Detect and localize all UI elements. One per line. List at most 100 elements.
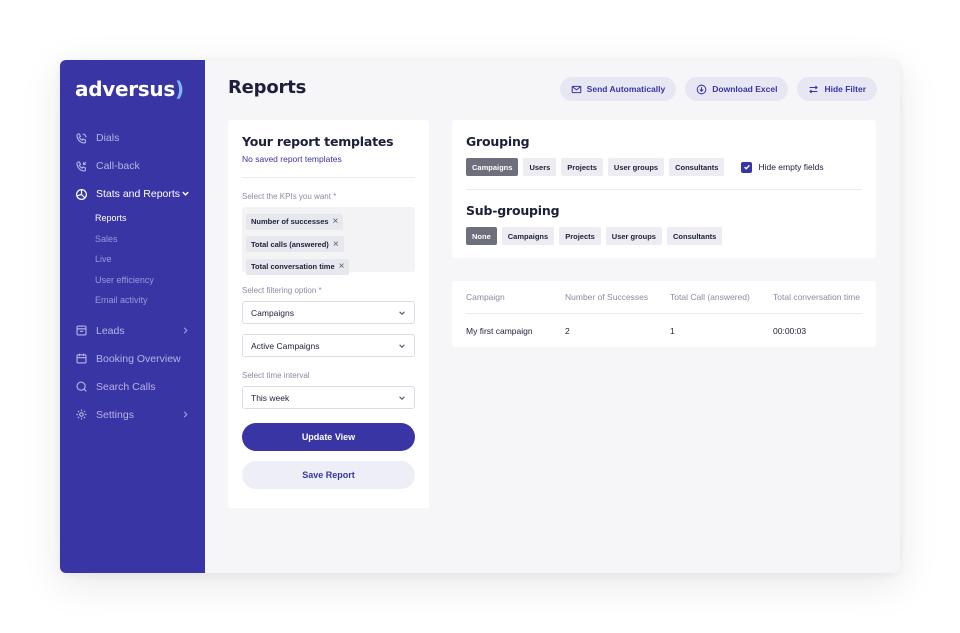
grouping-chip-user-groups[interactable]: User groups: [607, 158, 665, 176]
kpi-chip: Total conversation time ×: [246, 258, 350, 275]
grouping-title: Grouping: [466, 134, 530, 149]
sidebar: adversus) Dials Call-back Stats and Repo…: [60, 60, 205, 573]
table-cell-calls-answered: 1: [670, 325, 675, 336]
sidebar-item-stats-and-reports[interactable]: Stats and Reports: [60, 180, 205, 208]
calendar-icon: [75, 352, 88, 365]
sidebar-item-settings[interactable]: Settings: [60, 401, 205, 429]
hide-filter-button[interactable]: Hide Filter: [797, 77, 877, 101]
logo[interactable]: adversus): [75, 77, 184, 101]
column-header-number-of-successes[interactable]: Number of Successes: [565, 292, 670, 302]
search-icon: [75, 380, 88, 393]
chevron-down-icon: [399, 395, 405, 400]
sidebar-item-label: Search Calls: [96, 380, 156, 393]
save-report-button[interactable]: Save Report: [242, 461, 415, 489]
chevron-right-icon: [183, 326, 188, 334]
phone-callback-icon: [75, 160, 88, 173]
grouping-chip-users[interactable]: Users: [523, 158, 557, 176]
sidebar-item-booking-overview[interactable]: Booking Overview: [60, 345, 205, 373]
results-table: Campaign Number of Successes Total Call …: [452, 281, 876, 347]
sub-grouping-chip-user-groups[interactable]: User groups: [605, 227, 662, 245]
hide-filter-label: Hide Filter: [824, 84, 866, 94]
table-row: My first campaign 2 1 00:00:03: [466, 314, 862, 347]
filter-option-value: Campaigns: [251, 307, 294, 318]
divider: [242, 177, 415, 178]
update-view-button[interactable]: Update View: [242, 423, 415, 451]
download-excel-button[interactable]: Download Excel: [685, 77, 789, 101]
grouping-card: Grouping Campaigns Users Projects User g…: [452, 120, 876, 258]
table-cell-conversation-time: 00:00:03: [773, 325, 807, 336]
time-interval-value: This week: [251, 392, 290, 403]
send-automatically-label: Send Automatically: [586, 84, 666, 94]
sidebar-subitem-label: Live: [95, 254, 112, 265]
campaign-filter-value: Active Campaigns: [251, 340, 320, 351]
sidebar-item-leads[interactable]: Leads: [60, 317, 205, 345]
sidebar-item-label: Leads: [96, 324, 125, 337]
download-excel-label: Download Excel: [712, 84, 778, 94]
app-window: adversus) Dials Call-back Stats and Repo…: [60, 60, 900, 573]
filter-option-select[interactable]: Campaigns: [242, 301, 415, 324]
pie-chart-icon: [75, 188, 88, 201]
sidebar-subitem-live[interactable]: Live: [60, 249, 205, 270]
close-icon[interactable]: ×: [339, 261, 345, 272]
page-title: Reports: [228, 77, 307, 98]
column-header-total-call-answered[interactable]: Total Call (answered): [670, 292, 773, 302]
chevron-down-icon: [399, 310, 405, 315]
download-icon: [696, 84, 707, 94]
kpi-chip-label: Number of successes: [251, 217, 329, 226]
sidebar-item-label: Booking Overview: [96, 352, 181, 365]
sidebar-subitem-label: Sales: [95, 233, 118, 244]
no-templates-link[interactable]: No saved report templates: [242, 154, 415, 164]
table-cell-campaign: My first campaign: [466, 325, 533, 336]
sidebar-subitem-reports[interactable]: Reports: [60, 208, 205, 229]
logo-text: adversus: [75, 77, 175, 101]
sidebar-subitem-sales[interactable]: Sales: [60, 229, 205, 250]
inbox-icon: [75, 324, 88, 337]
time-interval-label: Select time interval: [242, 371, 310, 380]
sub-grouping-chip-projects[interactable]: Projects: [559, 227, 601, 245]
time-interval-select[interactable]: This week: [242, 386, 415, 409]
sidebar-nav: Dials Call-back Stats and Reports Report…: [60, 124, 205, 429]
kpi-label: Select the KPIs you want *: [242, 192, 337, 201]
logo-paren: ): [174, 77, 184, 101]
sub-grouping-chips: None Campaigns Projects User groups Cons…: [466, 227, 862, 245]
sidebar-item-label: Settings: [96, 408, 134, 421]
column-header-total-conversation-time[interactable]: Total conversation time: [773, 292, 862, 302]
close-icon[interactable]: ×: [333, 216, 339, 227]
hide-empty-checkbox[interactable]: [741, 161, 753, 173]
sub-grouping-chip-consultants[interactable]: Consultants: [666, 227, 723, 245]
report-templates-card: Your report templates No saved report te…: [228, 120, 429, 508]
close-icon[interactable]: ×: [333, 239, 339, 250]
divider: [466, 189, 862, 190]
sub-grouping-title: Sub-grouping: [466, 203, 560, 218]
kpi-multiselect[interactable]: Number of successes × Total calls (answer…: [242, 207, 415, 275]
sidebar-subitem-email-activity[interactable]: Email activity: [60, 290, 205, 311]
chevron-down-icon: [182, 191, 189, 196]
mail-icon: [571, 85, 582, 93]
sidebar-item-search-calls[interactable]: Search Calls: [60, 373, 205, 401]
grouping-chip-consultants[interactable]: Consultants: [669, 158, 725, 176]
sidebar-item-label: Call-back: [96, 160, 140, 172]
sidebar-subitem-label: Email activity: [95, 295, 148, 306]
sidebar-item-dials[interactable]: Dials: [60, 124, 205, 152]
sidebar-item-label: Dials: [96, 132, 120, 144]
filter-label: Select filtering option *: [242, 286, 322, 295]
campaign-filter-select[interactable]: Active Campaigns: [242, 334, 415, 357]
column-header-campaign[interactable]: Campaign: [466, 292, 565, 302]
kpi-chip: Number of successes ×: [246, 213, 344, 230]
grouping-chip-projects[interactable]: Projects: [561, 158, 603, 176]
sub-grouping-chip-campaigns[interactable]: Campaigns: [501, 227, 555, 245]
swap-arrows-icon: [809, 85, 819, 93]
sidebar-item-call-back[interactable]: Call-back: [60, 152, 205, 180]
kpi-chip: Total calls (answered) ×: [246, 236, 344, 252]
phone-icon: [75, 132, 88, 145]
table-cell-successes: 2: [565, 325, 570, 336]
sidebar-item-label: Stats and Reports: [96, 188, 181, 200]
grouping-chip-campaigns[interactable]: Campaigns: [466, 158, 519, 176]
sidebar-subitem-user-efficiency[interactable]: User efficiency: [60, 270, 205, 291]
send-automatically-button[interactable]: Send Automatically: [559, 77, 677, 101]
kpi-chip-label: Total calls (answered): [251, 239, 329, 249]
sub-grouping-chip-none[interactable]: None: [466, 227, 497, 245]
checkmark-icon: [744, 164, 750, 170]
hide-empty-fields-toggle[interactable]: Hide empty fields: [741, 161, 824, 173]
kpi-chip-label: Total conversation time: [251, 262, 335, 271]
